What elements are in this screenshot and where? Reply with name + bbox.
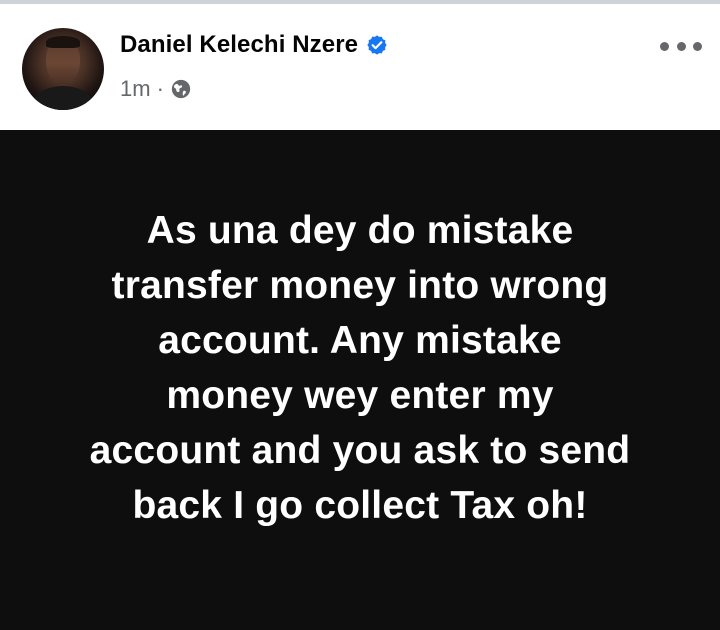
avatar[interactable] bbox=[22, 28, 104, 110]
more-dot bbox=[660, 41, 669, 51]
author-row: Daniel Kelechi Nzere bbox=[120, 31, 388, 59]
post-text: As una dey do mistake transfer money int… bbox=[40, 203, 680, 533]
post-body: As una dey do mistake transfer money int… bbox=[0, 130, 720, 630]
more-dot bbox=[676, 41, 686, 51]
avatar-shoulders bbox=[32, 86, 94, 110]
verified-badge-icon bbox=[366, 34, 388, 56]
avatar-hair bbox=[46, 36, 80, 48]
post-text-line: As una dey do mistake bbox=[146, 209, 574, 252]
more-dot bbox=[693, 41, 702, 51]
meta-separator: · bbox=[156, 76, 164, 101]
post-text-line: account and you ask to send bbox=[89, 429, 631, 472]
globe-icon[interactable] bbox=[170, 78, 192, 100]
post-header: Daniel Kelechi Nzere 1m · bbox=[0, 4, 720, 130]
author-name[interactable]: Daniel Kelechi Nzere bbox=[120, 31, 358, 59]
facebook-post: Daniel Kelechi Nzere 1m · As una dey do … bbox=[0, 0, 720, 630]
post-text-line: account. Any mistake bbox=[158, 319, 562, 362]
post-meta: 1m · bbox=[120, 76, 192, 102]
more-options-icon[interactable] bbox=[660, 36, 702, 56]
post-text-line: money wey enter my bbox=[166, 374, 554, 417]
post-time[interactable]: 1m bbox=[120, 76, 151, 102]
post-text-line: transfer money into wrong bbox=[111, 264, 609, 307]
post-text-line: back I go collect Tax oh! bbox=[132, 484, 588, 527]
